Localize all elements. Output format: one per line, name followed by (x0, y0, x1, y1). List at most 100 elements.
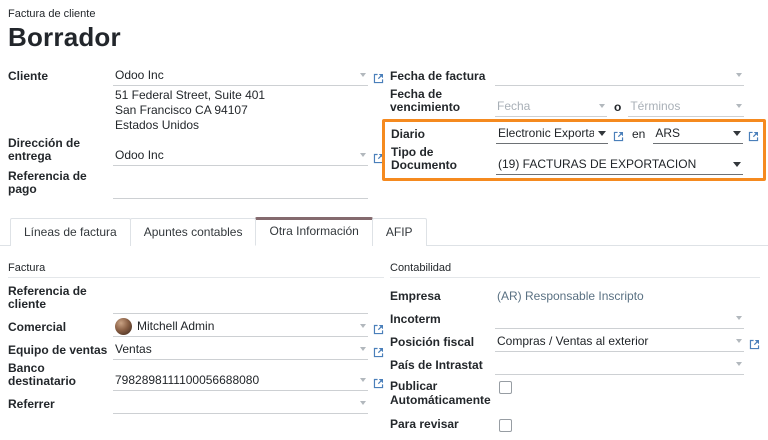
field-posicion-fiscal: Posición fiscal Compras / Ventas al exte… (390, 331, 760, 352)
external-link-icon[interactable] (368, 73, 384, 86)
publicar-checkbox-wrap (495, 378, 760, 398)
terminos-input[interactable]: Términos (628, 97, 744, 117)
spacer (744, 373, 760, 375)
direccion-entrega-label: Dirección de entrega (8, 137, 113, 166)
tab-afip[interactable]: AFIP (372, 218, 427, 246)
external-link-icon[interactable] (743, 131, 759, 144)
tab-lineas-de-factura[interactable]: Líneas de factura (10, 218, 131, 246)
factura-group: Factura Referencia de cliente Comercial … (8, 262, 384, 439)
chevron-down-icon[interactable] (733, 131, 741, 136)
tipo-documento-value: (19) FACTURAS DE EXPORTACION (498, 157, 729, 171)
contabilidad-section-title: Contabilidad (390, 262, 760, 278)
terminos-placeholder: Términos (630, 99, 732, 113)
partner-address: 51 Federal Street, Suite 401 San Francis… (115, 88, 384, 133)
incoterm-input[interactable] (495, 309, 744, 329)
direccion-entrega-input[interactable]: Odoo Inc (113, 146, 368, 166)
cliente-input[interactable]: Odoo Inc (113, 66, 368, 86)
equipo-ventas-label: Equipo de ventas (8, 344, 113, 360)
chevron-down-icon[interactable] (360, 153, 366, 157)
spacer (368, 312, 384, 314)
para-revisar-checkbox[interactable] (499, 419, 512, 432)
cliente-value: Odoo Inc (115, 68, 356, 82)
fecha-vencimiento-date-input[interactable]: Fecha (495, 97, 607, 117)
form-left-column: Cliente Odoo Inc 51 Federal Street, Suit… (8, 65, 384, 201)
field-direccion-entrega: Dirección de entrega Odoo Inc (8, 137, 384, 166)
external-link-icon[interactable] (608, 131, 624, 144)
referencia-cliente-label: Referencia de cliente (8, 285, 113, 314)
comercial-label: Comercial (8, 321, 113, 337)
referrer-label: Referrer (8, 398, 113, 414)
direccion-entrega-value: Odoo Inc (115, 148, 356, 162)
field-para-revisar: Para revisar (390, 416, 760, 437)
currency-input[interactable]: ARS (653, 124, 743, 144)
chevron-down-icon[interactable] (736, 104, 742, 108)
chevron-down-icon[interactable] (736, 73, 742, 77)
chevron-down-icon[interactable] (360, 324, 366, 328)
external-link-icon[interactable] (368, 324, 384, 337)
fecha-vencimiento-label: Fecha de vencimiento (390, 88, 495, 117)
chevron-down-icon[interactable] (599, 104, 605, 108)
para-revisar-label: Para revisar (390, 416, 495, 434)
chevron-down-icon[interactable] (360, 73, 366, 77)
external-link-icon[interactable] (744, 339, 760, 352)
equipo-ventas-value: Ventas (115, 342, 356, 356)
factura-section-title: Factura (8, 262, 384, 278)
o-separator: o (614, 100, 621, 117)
banco-destinatario-value: 7982898111100056688080 (115, 373, 356, 387)
spacer (368, 412, 384, 414)
form-top: Cliente Odoo Inc 51 Federal Street, Suit… (8, 65, 760, 201)
chevron-down-icon[interactable] (733, 162, 741, 167)
external-link-icon[interactable] (368, 347, 384, 360)
tipo-documento-label: Tipo de Documento (391, 146, 496, 175)
publicar-automaticamente-label: Publicar Automáticamente (390, 378, 495, 410)
fecha-factura-input[interactable] (495, 66, 744, 86)
field-referrer: Referrer (8, 393, 384, 414)
external-link-icon[interactable] (368, 378, 384, 391)
journal-highlight-box: Diario Electronic Exportation Ir en ARS (382, 119, 766, 181)
empresa-readonly: (AR) Responsable Inscripto (495, 286, 744, 306)
pais-intrastat-input[interactable] (495, 355, 744, 375)
diario-input[interactable]: Electronic Exportation Ir (496, 124, 608, 144)
equipo-ventas-input[interactable]: Ventas (113, 340, 368, 360)
incoterm-label: Incoterm (390, 313, 495, 329)
spacer (744, 327, 760, 329)
chevron-down-icon[interactable] (736, 339, 742, 343)
address-line: San Francisco CA 94107 (115, 103, 384, 118)
comercial-value: Mitchell Admin (137, 319, 356, 333)
chevron-down-icon[interactable] (360, 401, 366, 405)
address-line: Estados Unidos (115, 118, 384, 133)
referencia-pago-input[interactable] (113, 179, 368, 199)
field-incoterm: Incoterm (390, 308, 760, 329)
spacer (368, 197, 384, 199)
posicion-fiscal-input[interactable]: Compras / Ventas al exterior (495, 332, 744, 352)
comercial-input[interactable]: Mitchell Admin (113, 317, 368, 337)
referencia-cliente-input[interactable] (113, 294, 368, 314)
form-right-column: Fecha de factura Fecha de vencimiento Fe… (390, 65, 760, 201)
banco-destinatario-label: Banco destinatario (8, 362, 113, 391)
chevron-down-icon[interactable] (598, 131, 606, 136)
publicar-automaticamente-checkbox[interactable] (499, 381, 512, 394)
posicion-fiscal-label: Posición fiscal (390, 336, 495, 352)
field-tipo-documento: Tipo de Documento (19) FACTURAS DE EXPOR… (391, 146, 759, 175)
page-title: Borrador (8, 22, 760, 53)
chevron-down-icon[interactable] (736, 362, 742, 366)
banco-destinatario-input[interactable]: 7982898111100056688080 (113, 371, 368, 391)
field-referencia-cliente: Referencia de cliente (8, 285, 384, 314)
tab-otra-informacion[interactable]: Otra Información (255, 217, 372, 246)
chevron-down-icon[interactable] (360, 347, 366, 351)
invoice-form-page: Factura de cliente Borrador Cliente Odoo… (0, 0, 768, 440)
tipo-documento-input[interactable]: (19) FACTURAS DE EXPORTACION (496, 155, 743, 175)
tab-apuntes-contables[interactable]: Apuntes contables (130, 218, 257, 246)
referrer-input[interactable] (113, 394, 368, 414)
field-diario: Diario Electronic Exportation Ir en ARS (391, 123, 759, 144)
breadcrumb: Factura de cliente (8, 8, 760, 20)
chevron-down-icon[interactable] (360, 378, 366, 382)
field-referencia-pago: Referencia de pago (8, 170, 384, 199)
posicion-fiscal-value: Compras / Ventas al exterior (497, 334, 732, 348)
empresa-label: Empresa (390, 290, 495, 306)
currency-value: ARS (655, 126, 729, 140)
pais-intrastat-label: País de Intrastat (390, 359, 495, 375)
chevron-down-icon[interactable] (736, 316, 742, 320)
field-fecha-vencimiento: Fecha de vencimiento Fecha o Términos (390, 88, 760, 117)
spacer (744, 115, 760, 117)
